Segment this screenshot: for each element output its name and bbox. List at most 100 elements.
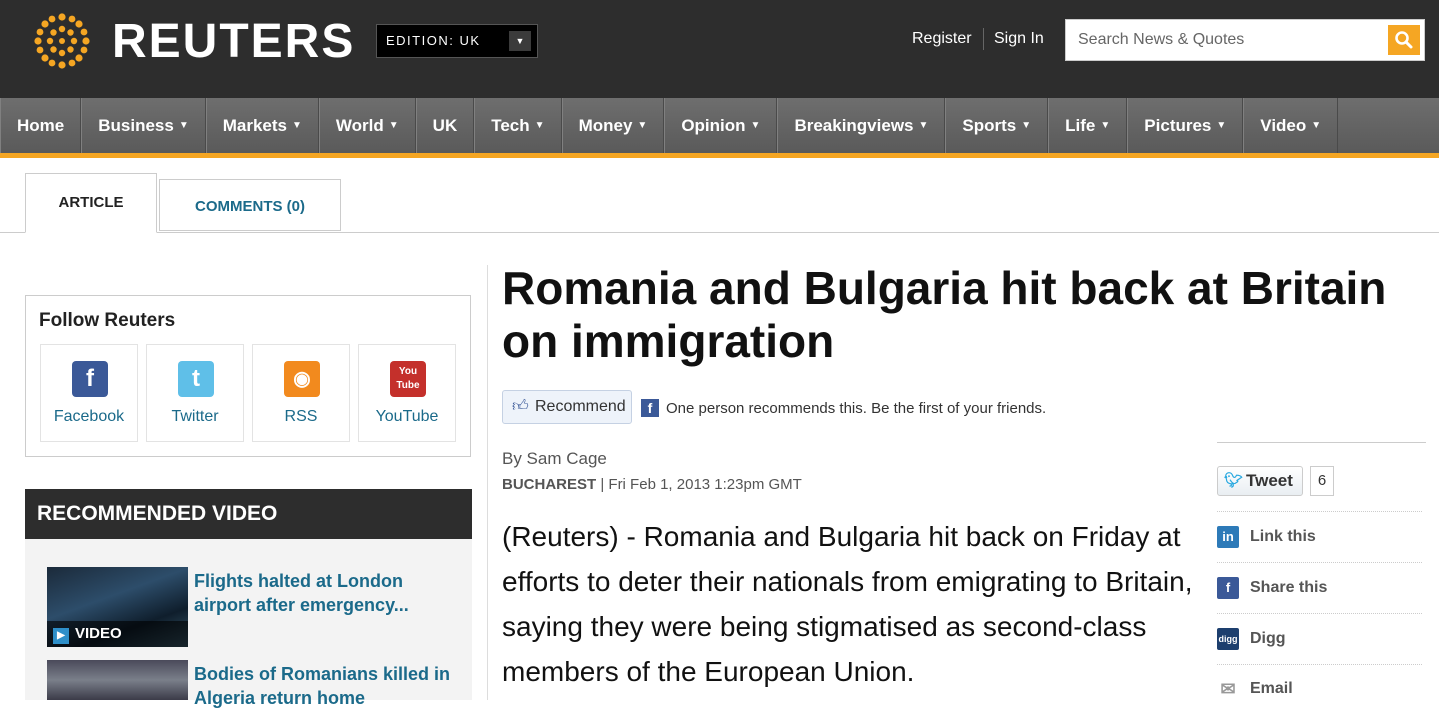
nav-item-label: Pictures (1144, 115, 1212, 135)
email-label: Email (1250, 680, 1293, 698)
share-this-label: Share this (1250, 579, 1328, 597)
reuters-logo-icon[interactable] (26, 8, 98, 74)
nav-item-pictures[interactable]: Pictures ▼ (1127, 98, 1244, 153)
nav-item-sports[interactable]: Sports ▼ (945, 98, 1049, 153)
share-divider (1217, 442, 1426, 443)
rss-follow-link[interactable]: ◉ RSS (252, 344, 350, 442)
chevron-down-icon: ▼ (388, 120, 399, 131)
video-thumbnail[interactable] (47, 660, 188, 700)
share-divider (1217, 562, 1422, 563)
recommend-label: Recommend (535, 398, 626, 415)
rss-icon: ◉ (284, 361, 320, 397)
twitter-bird-icon: 🐦︎ (1224, 472, 1244, 489)
share-this-button[interactable]: f Share this (1217, 577, 1327, 599)
facebook-icon: f (1217, 577, 1239, 599)
digg-icon: digg (1217, 628, 1239, 650)
nav-item-home[interactable]: Home (0, 98, 82, 153)
twitter-label: Twitter (171, 408, 219, 425)
divider (983, 28, 984, 50)
recommend-button[interactable]: 👍︎ Recommend (502, 390, 632, 424)
tab-article[interactable]: ARTICLE (25, 173, 157, 233)
nav-item-label: Markets (222, 115, 287, 135)
tab-comments[interactable]: COMMENTS (0) (159, 179, 341, 231)
byline: By Sam Cage (502, 449, 607, 468)
article-body: (Reuters) - Romania and Bulgaria hit bac… (502, 521, 1193, 687)
nav-item-uk[interactable]: UK (415, 98, 475, 153)
search-box (1065, 19, 1425, 61)
chevron-down-icon[interactable]: ▼ (509, 31, 531, 51)
nav-item-label: World (335, 115, 384, 135)
video-title-link[interactable]: Flights halted at London airport after e… (194, 569, 464, 617)
nav-item-world[interactable]: World ▼ (318, 98, 416, 153)
twitter-follow-link[interactable]: t Twitter (146, 344, 244, 442)
chevron-down-icon: ▼ (534, 120, 545, 131)
nav-item-label: Business (98, 115, 174, 135)
brand-name[interactable]: REUTERS (112, 14, 355, 69)
video-title-link[interactable]: Bodies of Romanians killed in Algeria re… (194, 662, 464, 710)
tweet-button[interactable]: 🐦︎ Tweet (1217, 466, 1303, 496)
youtube-follow-link[interactable]: You Tube YouTube (358, 344, 456, 442)
dateline: BUCHAREST | Fri Feb 1, 2013 1:23pm GMT (502, 476, 802, 493)
nav-item-business[interactable]: Business ▼ (81, 98, 206, 153)
digg-label: Digg (1250, 630, 1286, 648)
sign-in-link[interactable]: Sign In (994, 30, 1044, 48)
nav-item-life[interactable]: Life ▼ (1048, 98, 1128, 153)
search-icon (1395, 31, 1413, 49)
chevron-down-icon: ▼ (178, 120, 189, 131)
tweet-count: 6 (1310, 466, 1334, 496)
nav-item-tech[interactable]: Tech ▼ (474, 98, 562, 153)
link-this-label: Link this (1250, 528, 1316, 546)
nav-item-markets[interactable]: Markets ▼ (205, 98, 319, 153)
video-tag-label: VIDEO (75, 625, 122, 642)
register-link[interactable]: Register (912, 30, 972, 48)
rss-label: RSS (284, 408, 318, 425)
chevron-down-icon: ▼ (292, 120, 302, 131)
recommended-video-heading: RECOMMENDED VIDEO (25, 489, 472, 539)
youtube-icon: You Tube (390, 361, 426, 397)
location: BUCHAREST (502, 476, 597, 493)
chevron-down-icon: ▼ (1216, 120, 1227, 131)
digg-button[interactable]: digg Digg (1217, 628, 1286, 650)
recommend-count-text: One person recommends this. Be the first… (666, 400, 1047, 417)
share-divider (1217, 613, 1422, 614)
share-divider (1217, 511, 1422, 512)
nav-item-breakingviews[interactable]: Breakingviews ▼ (777, 98, 946, 153)
thumbs-up-icon: 👍︎ (512, 398, 529, 415)
chevron-down-icon: ▼ (637, 120, 648, 131)
email-icon: ✉ (1220, 679, 1236, 699)
follow-reuters-panel: Follow Reuters f Facebook t Twitter ◉ RS… (25, 295, 471, 457)
nav-item-label: Tech (491, 115, 530, 135)
nav-item-label: Home (17, 115, 65, 135)
search-input[interactable] (1066, 20, 1386, 60)
video-thumbnail[interactable]: ▶ VIDEO (47, 567, 188, 647)
facebook-icon: f (72, 361, 108, 397)
follow-title: Follow Reuters (39, 310, 176, 331)
nav-item-label: UK (432, 115, 458, 135)
search-button[interactable] (1388, 25, 1420, 55)
email-button[interactable]: ✉ Email (1217, 678, 1293, 700)
nav-item-video[interactable]: Video ▼ (1243, 98, 1339, 153)
nav-item-label: Breakingviews (794, 115, 914, 135)
nav-item-label: Opinion (681, 115, 746, 135)
tweet-label: Tweet (1246, 471, 1293, 490)
nav-item-label: Sports (962, 115, 1017, 135)
article-headline: Romania and Bulgaria hit back at Britain… (502, 262, 1387, 367)
chevron-down-icon: ▼ (918, 120, 929, 131)
chevron-down-icon: ▼ (750, 120, 761, 131)
twitter-icon: t (178, 361, 214, 397)
nav-item-label: Money (578, 115, 633, 135)
chevron-down-icon: ▼ (1311, 120, 1322, 131)
tab-divider (0, 232, 1439, 233)
nav-accent-bar (0, 153, 1439, 158)
facebook-follow-link[interactable]: f Facebook (40, 344, 138, 442)
nav-item-opinion[interactable]: Opinion ▼ (664, 98, 778, 153)
play-icon: ▶ (53, 628, 69, 644)
nav-item-money[interactable]: Money ▼ (561, 98, 665, 153)
link-this-button[interactable]: in Link this (1217, 526, 1316, 548)
share-divider (1217, 664, 1422, 665)
timestamp: | Fri Feb 1, 2013 1:23pm GMT (596, 476, 802, 493)
edition-selector[interactable]: EDITION: UK ▼ (376, 24, 538, 58)
nav-item-label: Video (1260, 115, 1307, 135)
video-tag: ▶ VIDEO (47, 621, 188, 647)
facebook-label: Facebook (53, 408, 125, 425)
